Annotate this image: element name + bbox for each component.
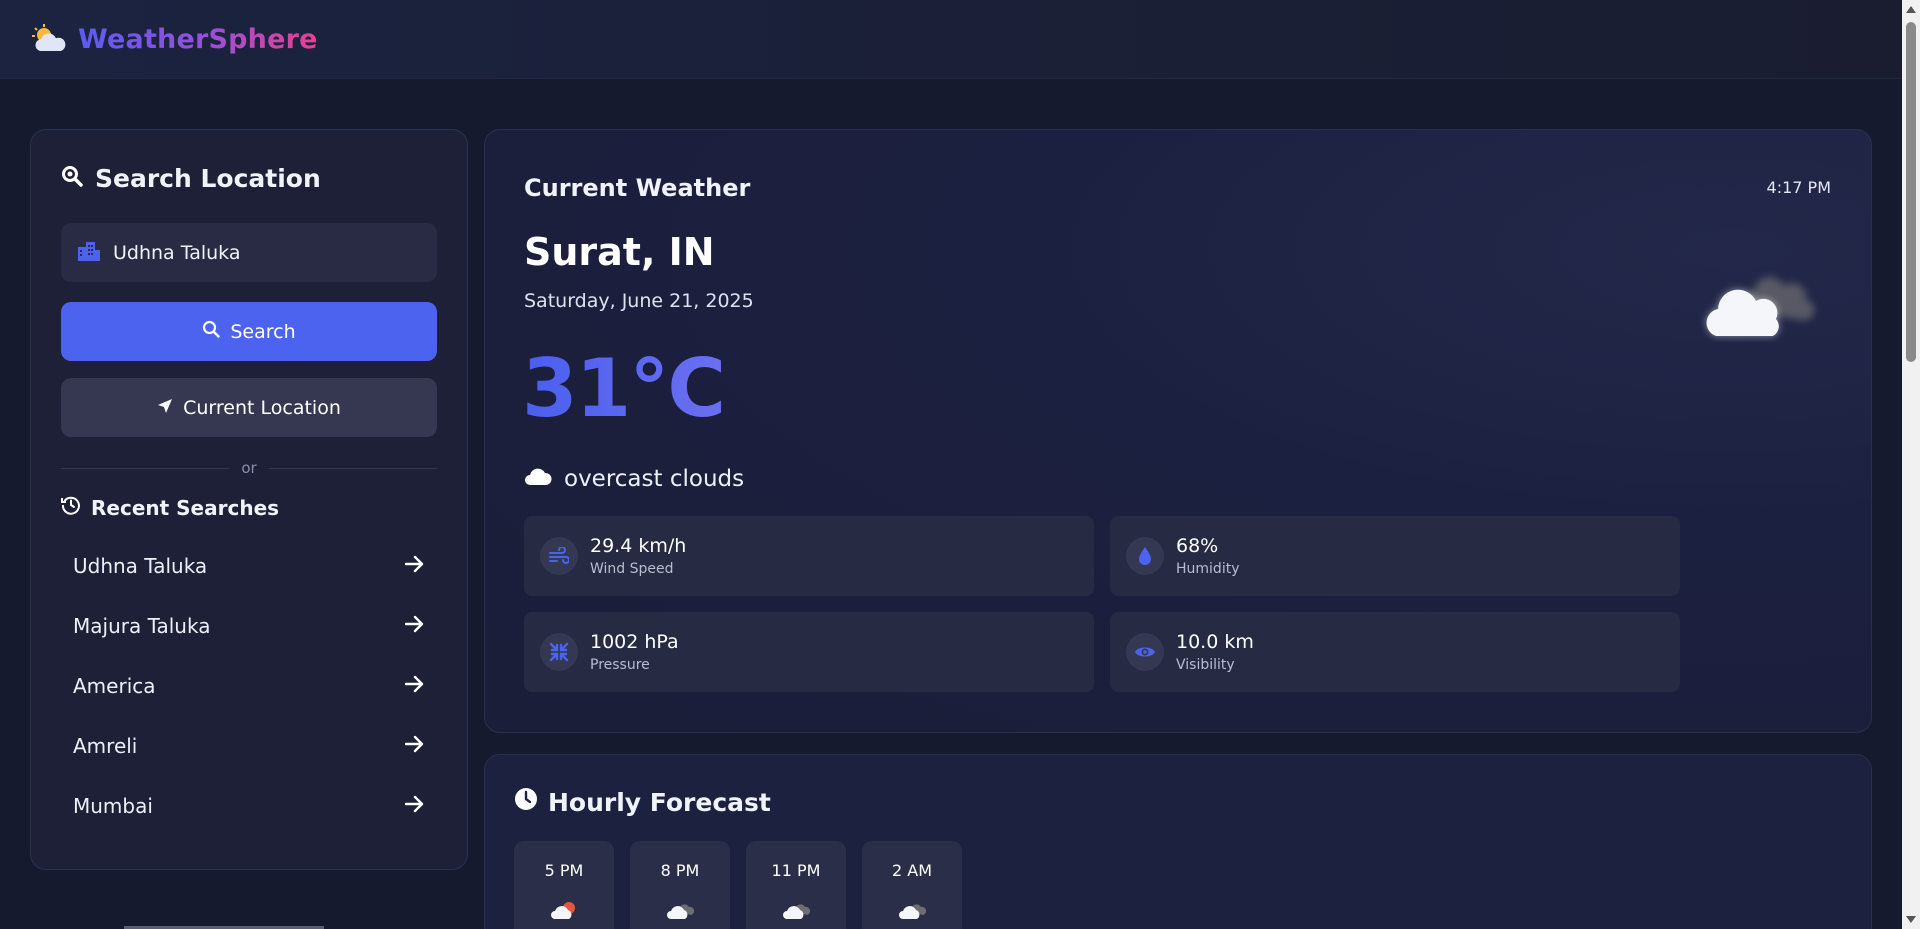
weather-description-text: overcast clouds: [564, 466, 745, 492]
visibility-icon: [1126, 633, 1164, 671]
pressure-icon: [540, 633, 578, 671]
cloud-sun-logo-icon: [32, 24, 68, 54]
search-panel-title: Search Location: [61, 164, 437, 193]
search-button[interactable]: Search: [61, 302, 437, 361]
hour-item-5pm[interactable]: 5 PM: [514, 841, 614, 929]
stat-value: 10.0 km: [1176, 631, 1254, 653]
top-bar: WeatherSphere: [0, 0, 1902, 79]
recent-item-label: Amreli: [73, 734, 138, 758]
stat-value: 68%: [1176, 535, 1219, 557]
humidity-icon: [1126, 537, 1164, 575]
stat-wind-speed: 29.4 km/h Wind Speed: [524, 516, 1094, 596]
current-date: Saturday, June 21, 2025: [524, 290, 754, 312]
or-divider: or: [61, 459, 438, 477]
search-icon: [202, 320, 221, 343]
page-scrollbar[interactable]: [1902, 0, 1920, 929]
hourly-forecast-list: 5 PM 8 PM 11 PM 2 AM: [514, 841, 962, 929]
search-panel-title-text: Search Location: [95, 164, 321, 193]
location-arrow-icon: [157, 397, 173, 419]
city-name: Surat, IN: [524, 230, 715, 274]
search-button-label: Search: [230, 320, 296, 343]
recent-item-udhna-taluka[interactable]: Udhna Taluka: [61, 536, 437, 596]
divider-text: or: [241, 459, 257, 477]
recent-item-label: Udhna Taluka: [73, 554, 208, 578]
arrow-right-icon: [404, 794, 425, 818]
current-weather-title: Current Weather: [524, 174, 751, 202]
recent-item-america[interactable]: America: [61, 656, 437, 716]
cloud-icon: [524, 466, 552, 492]
current-time: 4:17 PM: [1766, 178, 1831, 197]
cloud-icon: [898, 900, 927, 920]
stat-label: Humidity: [1176, 561, 1240, 577]
stat-pressure: 1002 hPa Pressure: [524, 612, 1094, 692]
logo[interactable]: WeatherSphere: [32, 24, 318, 55]
recent-item-majura-taluka[interactable]: Majura Taluka: [61, 596, 437, 656]
overcast-clouds-icon: [1700, 262, 1820, 342]
current-location-label: Current Location: [183, 396, 341, 419]
recent-item-label: Mumbai: [73, 794, 153, 818]
stat-value: 1002 hPa: [590, 631, 679, 653]
hourly-forecast-card: Hourly Forecast 5 PM 8 PM 11 PM 2 AM: [484, 754, 1872, 929]
hour-time: 8 PM: [660, 861, 700, 880]
arrow-right-icon: [404, 554, 425, 578]
stat-label: Pressure: [590, 657, 650, 673]
history-icon: [61, 495, 81, 520]
weather-description: overcast clouds: [524, 466, 744, 492]
scroll-down-arrow-icon[interactable]: [1906, 916, 1916, 923]
stat-visibility: 10.0 km Visibility: [1110, 612, 1680, 692]
hour-item-8pm[interactable]: 8 PM: [630, 841, 730, 929]
weather-stats-grid: 29.4 km/h Wind Speed 68% Humidity 1002 h…: [524, 516, 1684, 692]
recent-item-amreli[interactable]: Amreli: [61, 716, 437, 776]
hour-item-11pm[interactable]: 11 PM: [746, 841, 846, 929]
stat-label: Wind Speed: [590, 561, 674, 577]
hour-time: 2 AM: [891, 861, 932, 880]
hour-item-2am[interactable]: 2 AM: [862, 841, 962, 929]
current-location-button[interactable]: Current Location: [61, 378, 437, 437]
recent-item-label: Majura Taluka: [73, 614, 211, 638]
search-location-icon: [61, 164, 83, 193]
location-search-field[interactable]: [61, 223, 437, 282]
arrow-right-icon: [404, 614, 425, 638]
hourly-forecast-label: Hourly Forecast: [548, 787, 771, 817]
cloud-icon: [782, 900, 811, 920]
recent-searches-label: Recent Searches: [91, 495, 280, 520]
brand-name: WeatherSphere: [78, 23, 318, 55]
city-icon: [77, 241, 101, 265]
stat-value: 29.4 km/h: [590, 535, 687, 557]
recent-searches-title: Recent Searches: [61, 495, 437, 520]
recent-searches-list: Udhna Taluka Majura Taluka America Amrel…: [61, 536, 437, 836]
divider-line-right: [268, 467, 438, 469]
stat-humidity: 68% Humidity: [1110, 516, 1680, 596]
arrow-right-icon: [404, 734, 425, 758]
clock-icon: [514, 787, 538, 817]
cloud-icon: [666, 900, 695, 920]
recent-item-label: America: [73, 674, 156, 698]
cloud-sun-icon: [550, 900, 578, 920]
hour-time: 5 PM: [544, 861, 584, 880]
scrollbar-thumb[interactable]: [1906, 22, 1916, 362]
divider-line-left: [61, 467, 230, 469]
arrow-right-icon: [404, 674, 425, 698]
search-panel: Search Location Search Current Location …: [30, 129, 468, 870]
hourly-forecast-title: Hourly Forecast: [514, 787, 771, 817]
recent-item-mumbai[interactable]: Mumbai: [61, 776, 437, 836]
scroll-up-arrow-icon[interactable]: [1906, 6, 1916, 13]
location-search-input[interactable]: [113, 241, 413, 264]
temperature: 31°C: [522, 342, 726, 435]
hour-time: 11 PM: [771, 861, 821, 880]
wind-icon: [540, 537, 578, 575]
current-weather-card: Current Weather 4:17 PM Surat, IN Saturd…: [484, 129, 1872, 733]
stat-label: Visibility: [1176, 657, 1235, 673]
